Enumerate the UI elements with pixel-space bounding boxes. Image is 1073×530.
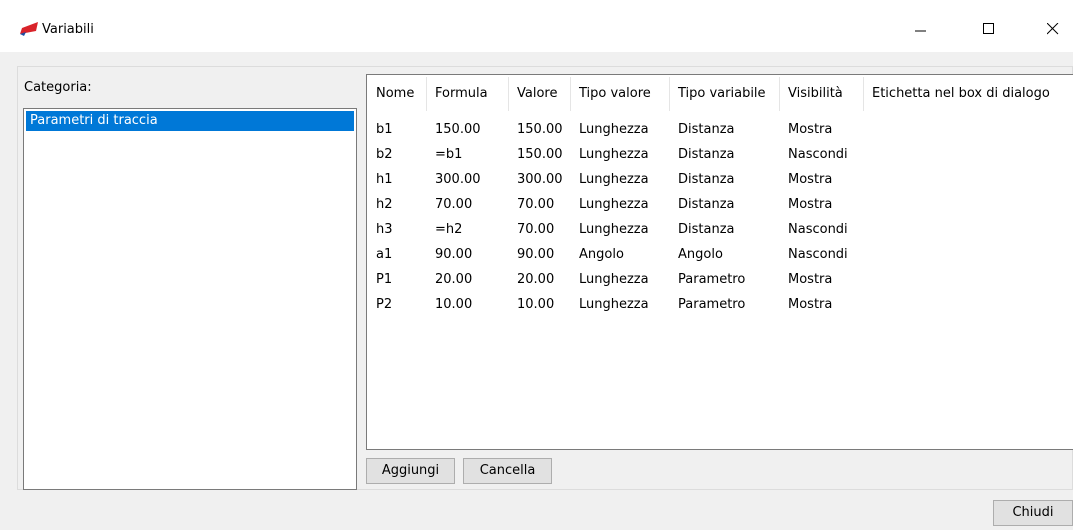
header-separator — [779, 77, 780, 111]
cell-tipo-valore: Angolo — [579, 247, 624, 262]
header-visibilita[interactable]: Visibilità — [788, 75, 843, 113]
cell-visibilita: Mostra — [788, 272, 833, 287]
cell-nome: h3 — [376, 222, 393, 237]
cell-valore: 20.00 — [517, 272, 555, 287]
maximize-icon — [983, 23, 994, 34]
header-tipo-valore[interactable]: Tipo valore — [579, 75, 651, 113]
header-separator — [863, 77, 864, 111]
table-row[interactable]: b1 150.00 150.00 Lunghezza Distanza Most… — [367, 117, 1072, 142]
cell-formula: 20.00 — [435, 272, 473, 287]
cell-tipo-valore: Lunghezza — [579, 297, 649, 312]
cell-nome: b2 — [376, 147, 393, 162]
header-tipo-variabile[interactable]: Tipo variabile — [678, 75, 766, 113]
cell-tipo-variabile: Distanza — [678, 122, 735, 137]
cell-visibilita: Mostra — [788, 197, 833, 212]
header-valore[interactable]: Valore — [517, 75, 557, 113]
header-formula[interactable]: Formula — [435, 75, 488, 113]
cell-formula: 70.00 — [435, 197, 473, 212]
cell-tipo-variabile: Distanza — [678, 222, 735, 237]
cell-nome: P2 — [376, 297, 393, 312]
app-logo-icon — [20, 22, 38, 36]
cell-valore: 90.00 — [517, 247, 555, 262]
cell-tipo-variabile: Distanza — [678, 197, 735, 212]
title-bar: Variabili — [0, 0, 1073, 52]
cell-valore: 10.00 — [517, 297, 555, 312]
header-etichetta[interactable]: Etichetta nel box di dialogo — [872, 75, 1050, 113]
category-list[interactable]: Parametri di traccia — [23, 108, 357, 490]
cell-formula: 150.00 — [435, 122, 481, 137]
add-button[interactable]: Aggiungi — [366, 458, 455, 484]
cell-tipo-valore: Lunghezza — [579, 222, 649, 237]
cell-tipo-variabile: Angolo — [678, 247, 723, 262]
category-item-parametri-di-traccia[interactable]: Parametri di traccia — [26, 111, 354, 131]
cell-nome: b1 — [376, 122, 393, 137]
minimize-icon — [915, 30, 926, 32]
header-separator — [669, 77, 670, 111]
cell-valore: 300.00 — [517, 172, 563, 187]
header-separator — [508, 77, 509, 111]
cell-visibilita: Nascondi — [788, 247, 848, 262]
close-button[interactable]: Chiudi — [993, 500, 1073, 526]
cell-tipo-variabile: Distanza — [678, 172, 735, 187]
close-window-button[interactable] — [1030, 14, 1073, 44]
cell-tipo-valore: Lunghezza — [579, 197, 649, 212]
cell-valore: 150.00 — [517, 122, 563, 137]
cell-nome: a1 — [376, 247, 393, 262]
cell-visibilita: Nascondi — [788, 222, 848, 237]
cell-formula: 10.00 — [435, 297, 473, 312]
cell-formula: 90.00 — [435, 247, 473, 262]
cell-visibilita: Mostra — [788, 297, 833, 312]
window-title: Variabili — [42, 22, 94, 37]
table-row[interactable]: a1 90.00 90.00 Angolo Angolo Nascondi — [367, 242, 1072, 267]
cell-visibilita: Mostra — [788, 172, 833, 187]
cell-tipo-valore: Lunghezza — [579, 272, 649, 287]
table-row[interactable]: b2 =b1 150.00 Lunghezza Distanza Nascond… — [367, 142, 1072, 167]
category-label: Categoria: — [24, 80, 92, 95]
variables-table[interactable]: Nome Formula Valore Tipo valore Tipo var… — [366, 74, 1073, 450]
cell-formula: =h2 — [435, 222, 463, 237]
close-icon — [1047, 23, 1059, 35]
cell-tipo-variabile: Distanza — [678, 147, 735, 162]
cell-nome: P1 — [376, 272, 393, 287]
cell-nome: h2 — [376, 197, 393, 212]
table-row[interactable]: P2 10.00 10.00 Lunghezza Parametro Mostr… — [367, 292, 1072, 317]
table-row[interactable]: h2 70.00 70.00 Lunghezza Distanza Mostra — [367, 192, 1072, 217]
maximize-button[interactable] — [966, 14, 1012, 44]
table-row[interactable]: h3 =h2 70.00 Lunghezza Distanza Nascondi — [367, 217, 1072, 242]
header-separator — [426, 77, 427, 111]
cell-nome: h1 — [376, 172, 393, 187]
cell-visibilita: Mostra — [788, 122, 833, 137]
cell-tipo-valore: Lunghezza — [579, 147, 649, 162]
cell-valore: 70.00 — [517, 222, 555, 237]
cell-tipo-valore: Lunghezza — [579, 122, 649, 137]
minimize-button[interactable] — [898, 14, 944, 44]
delete-button[interactable]: Cancella — [463, 458, 552, 484]
cell-valore: 150.00 — [517, 147, 563, 162]
header-nome[interactable]: Nome — [376, 75, 414, 113]
header-separator — [570, 77, 571, 111]
cell-tipo-variabile: Parametro — [678, 297, 746, 312]
table-row[interactable]: P1 20.00 20.00 Lunghezza Parametro Mostr… — [367, 267, 1072, 292]
dialog-body: Categoria: Parametri di traccia Nome For… — [0, 52, 1073, 530]
cell-valore: 70.00 — [517, 197, 555, 212]
cell-formula: =b1 — [435, 147, 463, 162]
cell-tipo-variabile: Parametro — [678, 272, 746, 287]
cell-visibilita: Nascondi — [788, 147, 848, 162]
cell-formula: 300.00 — [435, 172, 481, 187]
cell-tipo-valore: Lunghezza — [579, 172, 649, 187]
table-row[interactable]: h1 300.00 300.00 Lunghezza Distanza Most… — [367, 167, 1072, 192]
